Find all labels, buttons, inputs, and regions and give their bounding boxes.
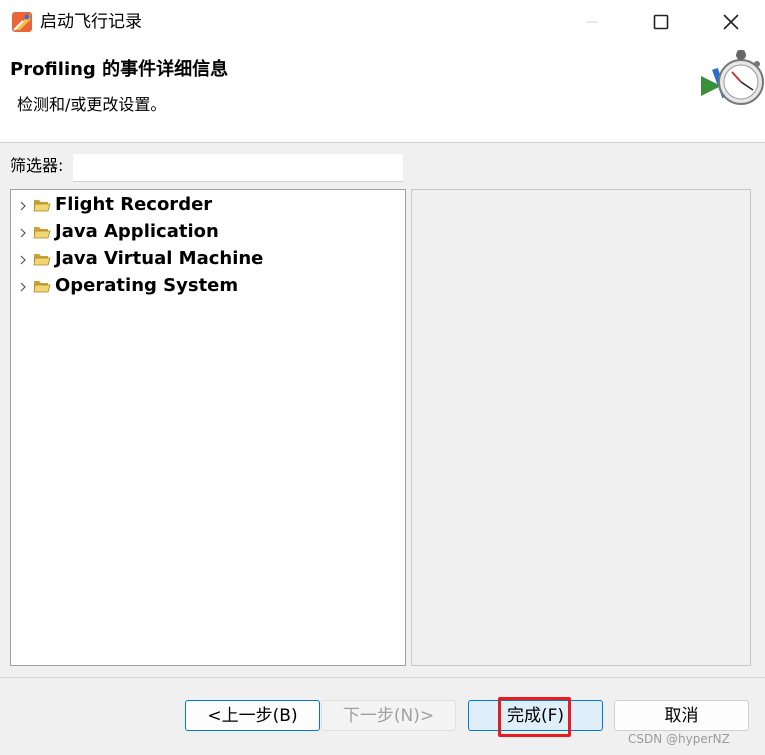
title-bar: 启动飞行记录 — [0, 0, 765, 44]
filter-input[interactable] — [73, 154, 403, 182]
maximize-button[interactable] — [636, 0, 686, 44]
detail-panel — [411, 189, 751, 666]
tree-item-operating-system[interactable]: Operating System — [11, 273, 405, 300]
filter-label: 筛选器: — [10, 156, 64, 175]
footer-divider — [0, 677, 765, 678]
flight-recorder-app-icon — [12, 12, 32, 32]
maximize-icon — [653, 14, 669, 30]
minimize-button[interactable] — [567, 0, 617, 44]
chevron-right-icon[interactable] — [18, 226, 28, 240]
event-tree[interactable]: Flight Recorder Java Application Java Vi… — [10, 189, 406, 666]
finish-highlight-box — [498, 697, 571, 737]
tree-item-java-virtual-machine[interactable]: Java Virtual Machine — [11, 246, 405, 273]
wizard-header: Profiling 的事件详细信息 检测和/或更改设置。 — [0, 44, 765, 143]
stopwatch-wizard-icon — [701, 50, 764, 105]
tree-item-flight-recorder[interactable]: Flight Recorder — [11, 192, 405, 219]
page-description: 检测和/或更改设置。 — [17, 95, 167, 114]
minimize-icon — [586, 21, 598, 23]
chevron-right-icon[interactable] — [18, 199, 28, 213]
close-button[interactable] — [706, 0, 756, 44]
page-title: Profiling 的事件详细信息 — [10, 59, 229, 80]
tree-item-label: Operating System — [55, 275, 239, 296]
chevron-right-icon[interactable] — [18, 253, 28, 267]
back-button[interactable]: <上一步(B) — [185, 700, 320, 731]
tree-item-label: Java Application — [55, 221, 219, 242]
folder-icon — [33, 200, 51, 212]
folder-icon — [33, 227, 51, 239]
next-button[interactable]: 下一步(N)> — [321, 700, 456, 731]
tree-item-label: Java Virtual Machine — [55, 248, 264, 269]
window-title: 启动飞行记录 — [40, 12, 142, 32]
close-icon — [723, 14, 739, 30]
tree-item-label: Flight Recorder — [55, 194, 213, 215]
watermark: CSDN @hyperNZ — [628, 732, 730, 746]
folder-icon — [33, 281, 51, 293]
cancel-button[interactable]: 取消 — [614, 700, 749, 731]
chevron-right-icon[interactable] — [18, 280, 28, 294]
tree-item-java-application[interactable]: Java Application — [11, 219, 405, 246]
folder-icon — [33, 254, 51, 266]
